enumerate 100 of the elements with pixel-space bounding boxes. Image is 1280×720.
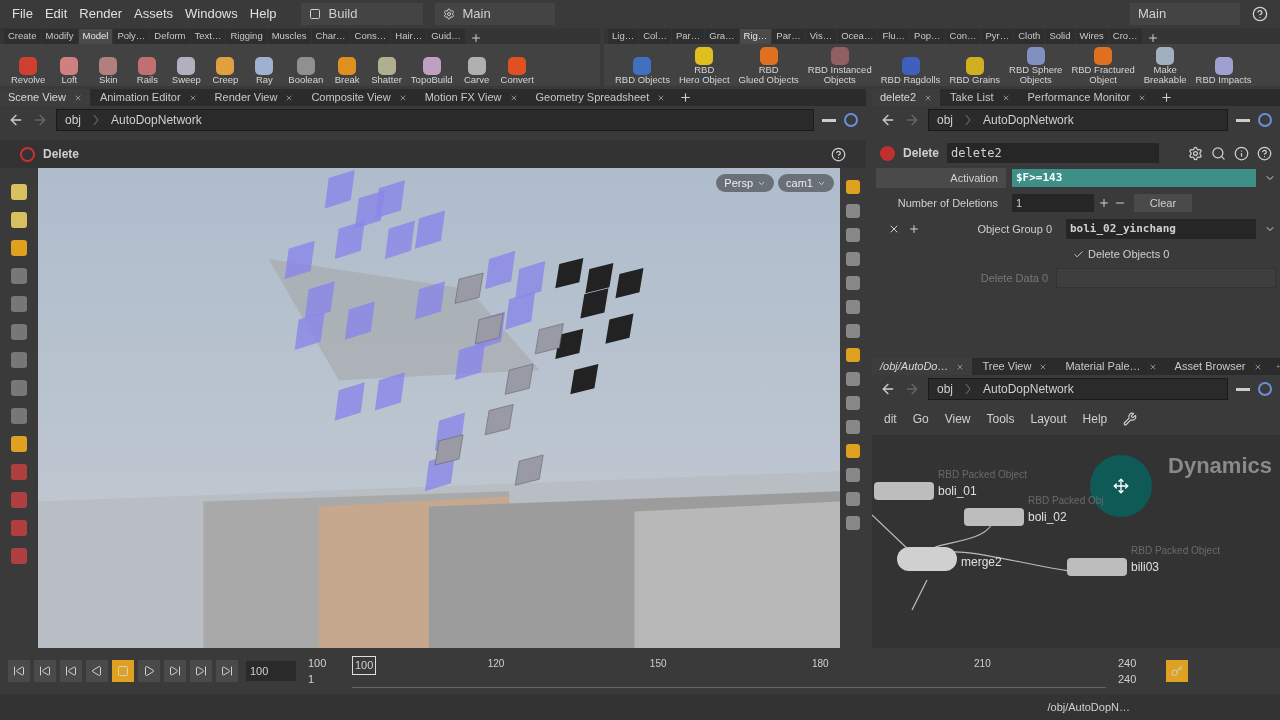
shelf-tab[interactable]: Ocea… — [837, 29, 878, 44]
close-icon[interactable] — [285, 93, 294, 102]
back-icon[interactable] — [8, 112, 24, 128]
context-select[interactable]: Main — [434, 3, 555, 25]
context-select[interactable]: Main — [1130, 3, 1240, 25]
shelf-tool[interactable]: Make Breakable — [1140, 45, 1190, 85]
path-field[interactable]: obj AutoDopNetwork — [928, 378, 1228, 400]
clear-button[interactable]: Clear — [1134, 194, 1192, 212]
object-group-field[interactable]: boli_02_yinchang — [1066, 219, 1256, 239]
playback-button[interactable] — [60, 660, 82, 682]
shelf-tab[interactable]: Rigging — [226, 29, 267, 44]
playback-button[interactable] — [216, 660, 238, 682]
increment-icon[interactable] — [1098, 197, 1110, 209]
menu-item[interactable]: Assets — [134, 4, 173, 24]
frame-field[interactable]: 100 — [246, 661, 296, 681]
shelf-tab[interactable]: Muscles — [267, 29, 311, 44]
shelf-tab[interactable]: Par… — [772, 29, 805, 44]
playback-button[interactable] — [164, 660, 186, 682]
shelf-tab[interactable]: Modify — [41, 29, 78, 44]
close-icon[interactable] — [924, 93, 933, 102]
shelf-tab[interactable]: Flu… — [878, 29, 910, 44]
shelf-tool[interactable]: Skin — [90, 45, 127, 85]
pane-tab[interactable]: /obj/AutoDo… — [872, 358, 973, 375]
menu-item[interactable]: View — [944, 410, 971, 428]
rbd-node[interactable] — [964, 508, 1024, 526]
add-icon[interactable] — [469, 32, 482, 44]
forward-icon[interactable] — [904, 112, 920, 128]
menu-item[interactable]: Layout — [1030, 410, 1067, 428]
close-icon[interactable] — [657, 93, 666, 102]
shelf-tab[interactable]: Deform — [150, 29, 190, 44]
shelf-tab[interactable]: Par… — [671, 29, 705, 44]
help-icon[interactable] — [831, 146, 846, 162]
search-icon[interactable] — [1211, 145, 1226, 161]
back-icon[interactable] — [880, 112, 896, 128]
settings-icon[interactable] — [1188, 145, 1203, 161]
forward-icon[interactable] — [904, 381, 920, 397]
shelf-tab[interactable]: Rig… — [739, 29, 772, 44]
display-icon[interactable] — [846, 444, 860, 458]
shelf-tab[interactable]: Char… — [311, 29, 350, 44]
menu-item[interactable]: File — [12, 4, 33, 24]
shelf-tool[interactable]: TopoBuild — [407, 45, 456, 85]
close-icon[interactable] — [398, 93, 407, 102]
help-icon[interactable] — [1252, 6, 1268, 22]
forward-icon[interactable] — [32, 112, 48, 128]
close-icon[interactable] — [956, 362, 965, 371]
close-icon[interactable] — [1001, 93, 1010, 102]
close-icon[interactable] — [1253, 362, 1262, 371]
close-icon[interactable] — [509, 93, 518, 102]
merge-node[interactable] — [897, 547, 957, 571]
playback-button[interactable] — [8, 660, 30, 682]
shelf-tool[interactable]: RBD Instanced Objects — [804, 45, 875, 85]
display-icon[interactable] — [846, 348, 860, 362]
playback-button[interactable] — [138, 660, 160, 682]
shelf-tool[interactable]: Convert — [497, 45, 537, 85]
target-icon[interactable] — [844, 113, 858, 127]
menu-item[interactable]: Windows — [185, 4, 238, 24]
shelf-tool[interactable]: Sweep — [168, 45, 205, 85]
shelf-tool[interactable]: Loft — [51, 45, 88, 85]
shelf-tab[interactable]: Model — [78, 29, 113, 44]
shelf-tab[interactable]: Solid — [1045, 29, 1075, 44]
menu-item[interactable]: Help — [249, 4, 277, 24]
close-icon[interactable] — [1148, 362, 1157, 371]
add-icon[interactable] — [1160, 91, 1174, 104]
shelf-tool[interactable]: Shatter — [368, 45, 405, 85]
shelf-tool[interactable]: Creep — [207, 45, 244, 85]
shelf-tab[interactable]: Pop… — [910, 29, 945, 44]
menu-item[interactable]: dit — [884, 410, 897, 428]
add-icon[interactable] — [908, 223, 920, 235]
path-field[interactable]: obj AutoDopNetwork — [928, 109, 1228, 131]
close-icon[interactable] — [188, 93, 197, 102]
shelf-tool[interactable]: Rails — [129, 45, 166, 85]
menu-item[interactable]: Go — [912, 410, 929, 428]
shelf-tab[interactable]: Pyr… — [981, 29, 1014, 44]
menu-item[interactable]: Edit — [44, 4, 68, 24]
playback-button[interactable] — [86, 660, 108, 682]
close-icon[interactable] — [73, 93, 82, 102]
shelf-tool[interactable]: RBD Grains — [946, 45, 1004, 85]
shelf-tab[interactable]: Cloth — [1014, 29, 1045, 44]
playback-button[interactable] — [190, 660, 212, 682]
delete-objects-checkbox[interactable] — [1072, 248, 1084, 260]
shelf-tool[interactable]: RBD Sphere Objects — [1006, 45, 1066, 85]
pane-tab[interactable]: delete2 — [872, 89, 941, 106]
shelf-tool[interactable]: RBD Objects — [612, 45, 673, 85]
back-icon[interactable] — [880, 381, 896, 397]
close-icon[interactable] — [1039, 362, 1048, 371]
shelf-tool[interactable]: Revolve — [8, 45, 49, 85]
rbd-node[interactable] — [874, 482, 934, 500]
shelf-tab[interactable]: Text… — [190, 29, 226, 44]
shelf-tab[interactable]: Poly… — [113, 29, 150, 44]
shelf-tab[interactable]: Guid… — [427, 29, 465, 44]
shelf-tab[interactable]: Lig… — [608, 29, 639, 44]
shelf-tool[interactable]: Ray — [246, 45, 283, 85]
camera-menu[interactable]: cam1 — [778, 174, 834, 192]
info-icon[interactable] — [1234, 145, 1249, 161]
shelf-tab[interactable]: Gra… — [705, 29, 739, 44]
shelf-tab[interactable]: Col… — [639, 29, 671, 44]
shelf-tab[interactable]: Vis… — [805, 29, 837, 44]
shelf-tab[interactable]: Hair… — [391, 29, 427, 44]
shelf-tool[interactable]: Carve — [458, 45, 495, 85]
shelf-tab[interactable]: Wires — [1075, 29, 1108, 44]
